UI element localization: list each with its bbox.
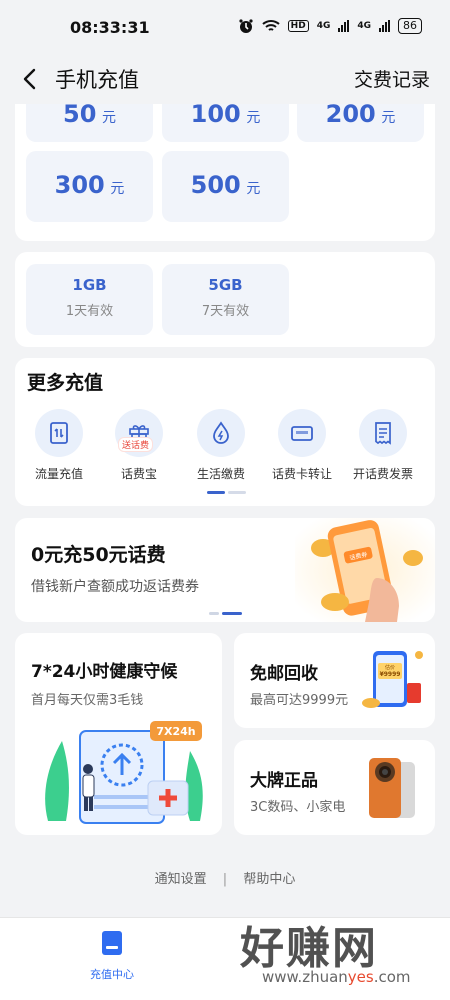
amount-unit: 元	[101, 110, 116, 126]
watermark-logo: 好赚网	[240, 923, 378, 974]
amount-value: 300	[54, 171, 105, 199]
more-recharge-title: 更多充值	[27, 372, 104, 394]
promo-tag: 送话费	[118, 437, 154, 452]
battery-icon: 86	[398, 18, 422, 34]
amount-unit: 元	[246, 110, 261, 126]
help-center-link[interactable]: 帮助中心	[243, 872, 295, 887]
status-icons: HD 4G 4G 86	[238, 18, 422, 34]
phone-product-illustration	[369, 758, 415, 818]
amount-unit: 元	[246, 181, 261, 197]
brand-title: 大牌正品	[250, 771, 318, 791]
valuation-price: ¥9999	[380, 671, 401, 678]
card-icon	[291, 426, 313, 441]
service-huafeibao[interactable]: 送话费 话费宝	[101, 409, 177, 482]
data-pack-size: 5GB	[208, 276, 243, 294]
bottom-tab-bar: 充值中心	[0, 917, 450, 1000]
data-recharge-icon	[50, 422, 68, 444]
network-label-1: 4G	[316, 21, 331, 31]
data-pack-5gb[interactable]: 5GB 7天有效	[162, 264, 289, 335]
network-label-2: 4G	[357, 21, 371, 31]
status-time: 08:33:31	[70, 18, 150, 37]
data-pack-card: 1GB 1天有效 5GB 7天有效	[15, 252, 435, 347]
health-service-card[interactable]: 7*24小时健康守候 首月每天仅需3毛钱 7X24h	[15, 633, 222, 835]
watermark-url: www.zhuanyes.com	[262, 968, 411, 986]
status-bar: 08:33:31 HD 4G 4G 86	[0, 0, 450, 56]
service-icon-bg	[278, 409, 326, 457]
amount-unit: 元	[381, 110, 396, 126]
recycle-subtitle: 最高可达9999元	[250, 693, 349, 708]
tab-recharge-center[interactable]: 充值中心	[78, 930, 146, 982]
health-badge-text: 7X24h	[156, 725, 195, 738]
more-recharge-card: 更多充值 流量充值 送话费 话费宝 生活缴费 话费卡转让 开话费发票	[15, 358, 435, 506]
brand-products-card[interactable]: 大牌正品 3C数码、小家电	[234, 740, 435, 835]
service-page-indicator	[207, 491, 246, 494]
phone-coupon-illustration: 话费券	[295, 518, 435, 622]
amount-tile-500[interactable]: 500 元	[162, 151, 289, 222]
amount-value: 100	[190, 104, 241, 128]
amount-card: 50 元 100 元 200 元 300 元 500 元	[15, 104, 435, 241]
health-title: 7*24小时健康守候	[31, 662, 178, 682]
promo-title: 0元充50元话费	[31, 544, 166, 566]
service-utilities[interactable]: 生活缴费	[183, 409, 259, 482]
amount-value: 500	[190, 171, 241, 199]
back-button[interactable]	[16, 64, 44, 94]
amount-tile-200[interactable]: 200 元	[297, 104, 424, 142]
top-nav: 手机充值 交费记录	[0, 56, 450, 104]
service-label: 流量充值	[34, 467, 83, 481]
service-label: 话费宝	[120, 467, 157, 481]
service-icon-bg: 送话费	[115, 409, 163, 457]
signal-1-icon	[338, 20, 350, 32]
receipt-icon	[375, 422, 391, 445]
watermark-url-suffix: .com	[373, 968, 411, 986]
recycle-card[interactable]: 免邮回收 最高可达9999元 估价 ¥9999	[234, 633, 435, 728]
tab-label: 充值中心	[90, 968, 134, 981]
promo-page-indicator	[209, 612, 242, 615]
service-icon-bg	[359, 409, 407, 457]
watermark-url-mid: yes	[347, 968, 374, 986]
footer-links: 通知设置 | 帮助中心	[0, 868, 450, 887]
signal-2-icon	[379, 20, 390, 32]
service-label: 话费卡转让	[271, 467, 332, 481]
service-icon-bg	[197, 409, 245, 457]
service-card-transfer[interactable]: 话费卡转让	[264, 409, 340, 482]
amount-value: 200	[325, 104, 376, 128]
data-pack-validity: 7天有效	[201, 304, 250, 319]
notification-settings-link[interactable]: 通知设置	[155, 872, 207, 887]
promo-banner[interactable]: 0元充50元话费 借钱新户查额成功返话费券 话费券	[15, 518, 435, 622]
recycle-title: 免邮回收	[250, 664, 318, 684]
health-subtitle: 首月每天仅需3毛钱	[31, 693, 144, 708]
footer-separator: |	[222, 872, 228, 887]
amount-unit: 元	[110, 181, 125, 197]
chevron-left-icon	[23, 68, 36, 90]
service-label: 开话费发票	[352, 467, 413, 481]
hd-icon: HD	[287, 20, 309, 32]
amount-tile-100[interactable]: 100 元	[162, 104, 289, 142]
health-illustration: 7X24h	[45, 721, 203, 824]
service-icon-bg	[35, 409, 83, 457]
alarm-icon	[239, 19, 253, 33]
amount-tile-300[interactable]: 300 元	[26, 151, 153, 222]
watermark-url-prefix: www.zhuan	[262, 968, 348, 986]
recharge-center-icon	[102, 931, 122, 955]
data-pack-size: 1GB	[72, 276, 107, 294]
page-title: 手机充值	[55, 68, 139, 92]
water-drop-icon	[213, 421, 229, 444]
wifi-icon	[262, 20, 280, 31]
amount-value: 50	[63, 104, 97, 128]
phone-valuation-illustration: 估价 ¥9999	[362, 651, 423, 708]
service-data-recharge[interactable]: 流量充值	[21, 409, 97, 482]
data-pack-validity: 1天有效	[65, 304, 114, 319]
service-label: 生活缴费	[196, 467, 245, 481]
data-pack-1gb[interactable]: 1GB 1天有效	[26, 264, 153, 335]
payment-records-link[interactable]: 交费记录	[354, 65, 430, 92]
promo-subtitle: 借钱新户查额成功返话费券	[31, 579, 199, 595]
service-invoice[interactable]: 开话费发票	[345, 409, 421, 482]
brand-subtitle: 3C数码、小家电	[250, 800, 346, 815]
valuation-label: 估价	[385, 664, 395, 671]
amount-tile-50[interactable]: 50 元	[26, 104, 153, 142]
